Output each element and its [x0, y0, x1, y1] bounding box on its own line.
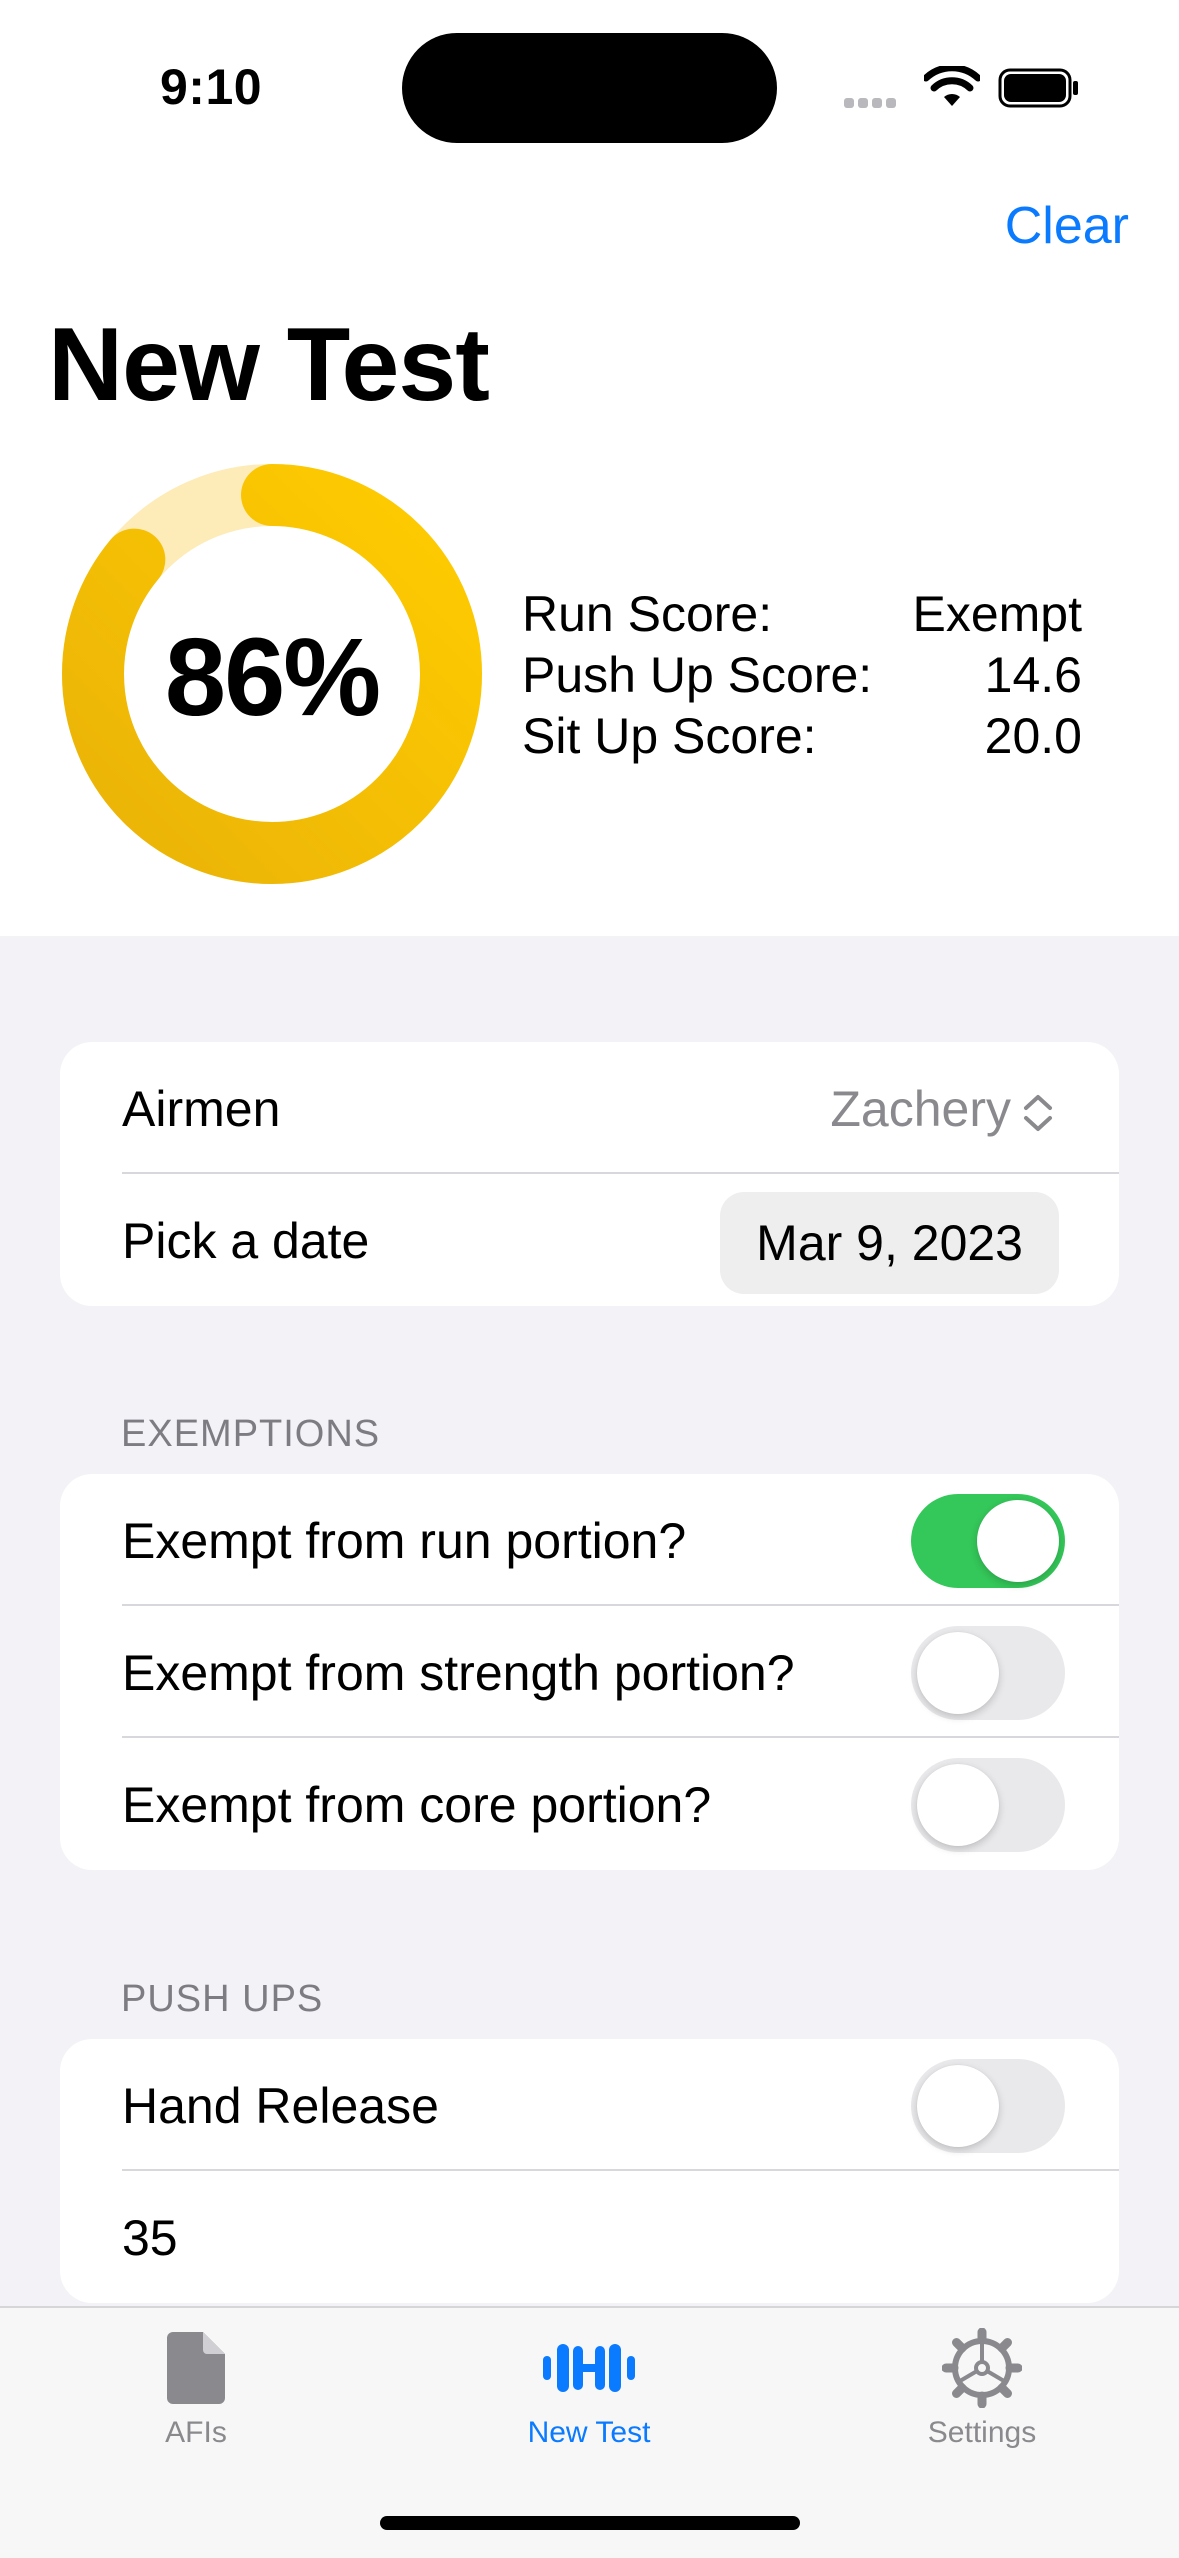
- wifi-icon: [924, 66, 980, 106]
- exempt-strength-label: Exempt from strength portion?: [122, 1645, 795, 1701]
- exempt-core-label: Exempt from core portion?: [122, 1777, 712, 1833]
- airmen-label: Airmen: [122, 1081, 281, 1137]
- overall-score-percent: 86%: [164, 616, 381, 739]
- exempt-run-toggle[interactable]: [911, 1494, 1065, 1588]
- run-score-row: Run Score: Exempt: [522, 585, 1082, 645]
- hand-release-row: Hand Release: [60, 2039, 1119, 2171]
- push-up-score-row: Push Up Score: 14.6: [522, 646, 1082, 706]
- exempt-strength-row: Exempt from strength portion?: [60, 1606, 1119, 1738]
- battery-icon: [998, 68, 1078, 108]
- sit-up-score-value: 20.0: [984, 708, 1082, 764]
- date-row: Pick a date Mar 9, 2023: [60, 1174, 1119, 1306]
- cellular-signal-icon: [844, 95, 906, 108]
- tab-afis-label: AFIs: [165, 2416, 227, 2449]
- exempt-strength-toggle[interactable]: [911, 1626, 1065, 1720]
- push-ups-card: Hand Release 35: [60, 2039, 1119, 2303]
- status-time: 9:10: [160, 59, 263, 115]
- toggle-knob: [977, 1500, 1059, 1582]
- exemptions-card: Exempt from run portion? Exempt from str…: [60, 1474, 1119, 1870]
- chevron-up-down-icon: [1024, 1094, 1052, 1131]
- tab-new-test-label: New Test: [527, 2416, 651, 2449]
- hand-release-label: Hand Release: [122, 2078, 439, 2134]
- page-title: New Test: [48, 307, 490, 423]
- info-card: Airmen Zachery Pick a date Mar 9, 2023: [60, 1042, 1119, 1306]
- date-label: Pick a date: [122, 1213, 370, 1269]
- dynamic-island: [402, 33, 777, 143]
- airmen-row[interactable]: Airmen Zachery: [60, 1042, 1119, 1174]
- clear-button[interactable]: Clear: [1005, 196, 1129, 256]
- push-up-score-value: 14.6: [984, 647, 1082, 703]
- exempt-core-toggle[interactable]: [911, 1758, 1065, 1852]
- push-up-count-row[interactable]: 35: [60, 2171, 1119, 2303]
- push-ups-header: PUSH UPS: [121, 1978, 324, 2020]
- exempt-core-row: Exempt from core portion?: [60, 1738, 1119, 1870]
- push-up-count-field[interactable]: 35: [122, 2209, 178, 2267]
- run-score-label: Run Score:: [522, 586, 773, 642]
- tab-afis[interactable]: AFIs: [46, 2326, 346, 2450]
- exemptions-header: EXEMPTIONS: [121, 1413, 381, 1455]
- exempt-run-label: Exempt from run portion?: [122, 1513, 687, 1569]
- sit-up-score-row: Sit Up Score: 20.0: [522, 707, 1082, 767]
- toggle-knob: [917, 2065, 999, 2147]
- gear-icon: [942, 2328, 1022, 2408]
- dumbbell-icon: [543, 2344, 635, 2392]
- airmen-picker[interactable]: Zachery: [830, 1080, 1055, 1138]
- document-icon: [167, 2332, 225, 2404]
- push-up-score-label: Push Up Score:: [522, 647, 873, 703]
- exempt-run-row: Exempt from run portion?: [60, 1474, 1119, 1606]
- home-indicator: [380, 2516, 800, 2530]
- tab-new-test[interactable]: New Test: [439, 2326, 739, 2450]
- run-score-value: Exempt: [912, 586, 1082, 642]
- toggle-knob: [917, 1632, 999, 1714]
- hand-release-toggle[interactable]: [911, 2059, 1065, 2153]
- date-picker-button[interactable]: Mar 9, 2023: [720, 1192, 1059, 1294]
- tab-settings[interactable]: Settings: [832, 2326, 1132, 2450]
- toggle-knob: [917, 1764, 999, 1846]
- sit-up-score-label: Sit Up Score:: [522, 708, 817, 764]
- airmen-value: Zachery: [830, 1081, 1011, 1137]
- tab-settings-label: Settings: [927, 2416, 1037, 2449]
